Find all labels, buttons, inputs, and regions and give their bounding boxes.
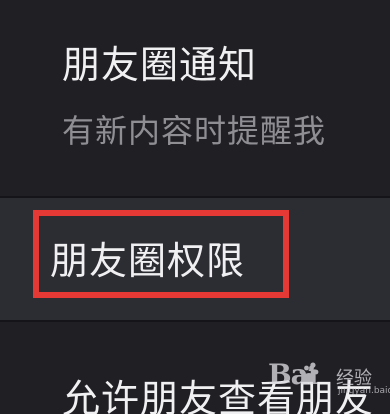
settings-screen: 朋友圈通知 有新内容时提醒我 朋友圈权限 允许朋友查看朋友 Bai 经验 jin… [0,0,390,414]
paw-icon [299,365,319,383]
moments-permission-title: 朋友圈权限 [50,239,246,283]
watermark-url: jingyan.baidu.com [338,386,390,396]
moments-notification-title: 朋友圈通知 [62,43,258,87]
baidu-jingyan-watermark: Bai 经验 jingyan.baidu.com [268,356,390,396]
moments-permission-row[interactable]: 朋友圈权限 [0,198,390,320]
moments-notification-row[interactable]: 朋友圈通知 有新内容时提醒我 [0,0,390,196]
moments-notification-subtitle: 有新内容时提醒我 [62,112,327,150]
